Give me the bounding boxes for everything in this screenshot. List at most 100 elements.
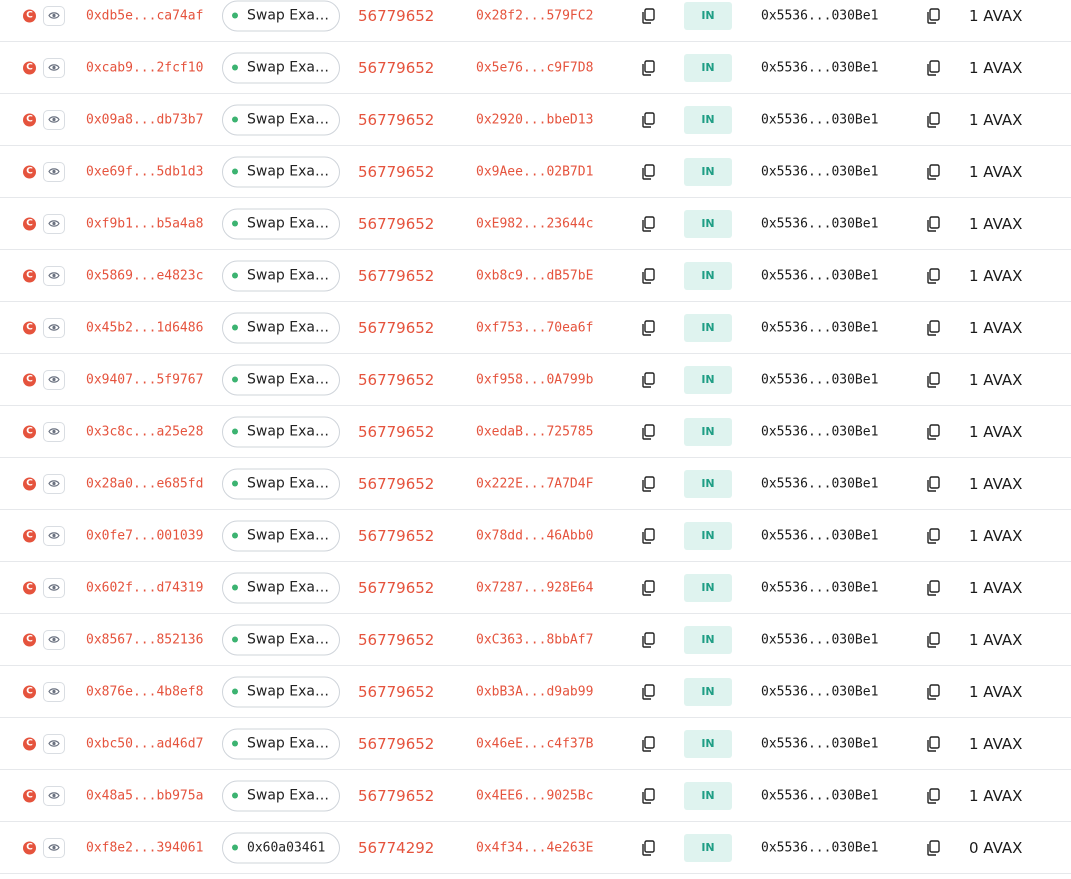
tx-hash-link[interactable]: 0xbc50...ad46d7 xyxy=(86,736,203,751)
copy-from-button[interactable] xyxy=(641,787,655,804)
view-eye-button[interactable] xyxy=(43,733,65,754)
copy-to-button[interactable] xyxy=(926,423,940,440)
copy-from-button[interactable] xyxy=(641,423,655,440)
view-eye-button[interactable] xyxy=(43,265,65,286)
from-address-link[interactable]: 0x222E...7A7D4F xyxy=(476,476,593,491)
to-address-link[interactable]: 0x5536...030Be1 xyxy=(761,528,878,543)
from-address-link[interactable]: 0x28f2...579FC2 xyxy=(476,8,593,23)
copy-to-button[interactable] xyxy=(926,579,940,596)
block-number-link[interactable]: 56779652 xyxy=(358,371,434,389)
tx-hash-link[interactable]: 0xdb5e...ca74af xyxy=(86,8,203,23)
view-eye-button[interactable] xyxy=(43,681,65,702)
method-pill[interactable]: Swap Exac... xyxy=(222,624,340,655)
copy-from-button[interactable] xyxy=(641,371,655,388)
view-eye-button[interactable] xyxy=(43,317,65,338)
method-pill[interactable]: Swap Exac... xyxy=(222,104,340,135)
to-address-link[interactable]: 0x5536...030Be1 xyxy=(761,476,878,491)
block-number-link[interactable]: 56779652 xyxy=(358,787,434,805)
method-pill[interactable]: Swap Exac... xyxy=(222,572,340,603)
tx-hash-link[interactable]: 0x5869...e4823c xyxy=(86,268,203,283)
view-eye-button[interactable] xyxy=(43,577,65,598)
copy-to-button[interactable] xyxy=(926,215,940,232)
from-address-link[interactable]: 0xE982...23644c xyxy=(476,216,593,231)
tx-hash-link[interactable]: 0xf8e2...394061 xyxy=(86,840,203,855)
from-address-link[interactable]: 0xbB3A...d9ab99 xyxy=(476,684,593,699)
copy-to-button[interactable] xyxy=(926,527,940,544)
block-number-link[interactable]: 56779652 xyxy=(358,579,434,597)
tx-hash-link[interactable]: 0xcab9...2fcf10 xyxy=(86,60,203,75)
copy-from-button[interactable] xyxy=(641,215,655,232)
copy-from-button[interactable] xyxy=(641,267,655,284)
tx-hash-link[interactable]: 0x9407...5f9767 xyxy=(86,372,203,387)
method-pill[interactable]: Swap Exac... xyxy=(222,208,340,239)
copy-from-button[interactable] xyxy=(641,7,655,24)
tx-hash-link[interactable]: 0x876e...4b8ef8 xyxy=(86,684,203,699)
copy-from-button[interactable] xyxy=(641,683,655,700)
method-pill[interactable]: Swap Exac... xyxy=(222,364,340,395)
method-pill[interactable]: Swap Exac... xyxy=(222,312,340,343)
block-number-link[interactable]: 56779652 xyxy=(358,163,434,181)
from-address-link[interactable]: 0x46eE...c4f37B xyxy=(476,736,593,751)
tx-hash-link[interactable]: 0xf9b1...b5a4a8 xyxy=(86,216,203,231)
block-number-link[interactable]: 56779652 xyxy=(358,735,434,753)
tx-hash-link[interactable]: 0x3c8c...a25e28 xyxy=(86,424,203,439)
to-address-link[interactable]: 0x5536...030Be1 xyxy=(761,580,878,595)
method-pill[interactable]: Swap Exac... xyxy=(222,780,340,811)
from-address-link[interactable]: 0x2920...bbeD13 xyxy=(476,112,593,127)
method-pill[interactable]: Swap Exac... xyxy=(222,416,340,447)
block-number-link[interactable]: 56779652 xyxy=(358,267,434,285)
from-address-link[interactable]: 0xedaB...725785 xyxy=(476,424,593,439)
copy-to-button[interactable] xyxy=(926,683,940,700)
block-number-link[interactable]: 56779652 xyxy=(358,319,434,337)
block-number-link[interactable]: 56779652 xyxy=(358,215,434,233)
to-address-link[interactable]: 0x5536...030Be1 xyxy=(761,112,878,127)
method-pill[interactable]: Swap Exac... xyxy=(222,156,340,187)
block-number-link[interactable]: 56779652 xyxy=(358,527,434,545)
to-address-link[interactable]: 0x5536...030Be1 xyxy=(761,840,878,855)
to-address-link[interactable]: 0x5536...030Be1 xyxy=(761,60,878,75)
from-address-link[interactable]: 0x9Aee...02B7D1 xyxy=(476,164,593,179)
method-pill[interactable]: Swap Exac... xyxy=(222,676,340,707)
to-address-link[interactable]: 0x5536...030Be1 xyxy=(761,216,878,231)
block-number-link[interactable]: 56779652 xyxy=(358,423,434,441)
method-pill[interactable]: Swap Exac... xyxy=(222,0,340,31)
copy-from-button[interactable] xyxy=(641,631,655,648)
copy-to-button[interactable] xyxy=(926,735,940,752)
copy-from-button[interactable] xyxy=(641,735,655,752)
block-number-link[interactable]: 56779652 xyxy=(358,111,434,129)
block-number-link[interactable]: 56779652 xyxy=(358,683,434,701)
to-address-link[interactable]: 0x5536...030Be1 xyxy=(761,164,878,179)
tx-hash-link[interactable]: 0x28a0...e685fd xyxy=(86,476,203,491)
copy-to-button[interactable] xyxy=(926,7,940,24)
copy-from-button[interactable] xyxy=(641,839,655,856)
from-address-link[interactable]: 0x4f34...4e263E xyxy=(476,840,593,855)
tx-hash-link[interactable]: 0x45b2...1d6486 xyxy=(86,320,203,335)
tx-hash-link[interactable]: 0x0fe7...001039 xyxy=(86,528,203,543)
view-eye-button[interactable] xyxy=(43,837,65,858)
view-eye-button[interactable] xyxy=(43,525,65,546)
to-address-link[interactable]: 0x5536...030Be1 xyxy=(761,320,878,335)
copy-from-button[interactable] xyxy=(641,163,655,180)
to-address-link[interactable]: 0x5536...030Be1 xyxy=(761,424,878,439)
copy-from-button[interactable] xyxy=(641,111,655,128)
from-address-link[interactable]: 0xf958...0A799b xyxy=(476,372,593,387)
view-eye-button[interactable] xyxy=(43,5,65,26)
tx-hash-link[interactable]: 0xe69f...5db1d3 xyxy=(86,164,203,179)
block-number-link[interactable]: 56779652 xyxy=(358,59,434,77)
method-pill[interactable]: Swap Exac... xyxy=(222,260,340,291)
view-eye-button[interactable] xyxy=(43,473,65,494)
view-eye-button[interactable] xyxy=(43,213,65,234)
view-eye-button[interactable] xyxy=(43,421,65,442)
tx-hash-link[interactable]: 0x602f...d74319 xyxy=(86,580,203,595)
copy-to-button[interactable] xyxy=(926,59,940,76)
method-pill[interactable]: Swap Exac... xyxy=(222,728,340,759)
to-address-link[interactable]: 0x5536...030Be1 xyxy=(761,736,878,751)
copy-to-button[interactable] xyxy=(926,319,940,336)
copy-from-button[interactable] xyxy=(641,475,655,492)
tx-hash-link[interactable]: 0x09a8...db73b7 xyxy=(86,112,203,127)
copy-to-button[interactable] xyxy=(926,839,940,856)
from-address-link[interactable]: 0xb8c9...dB57bE xyxy=(476,268,593,283)
copy-from-button[interactable] xyxy=(641,319,655,336)
tx-hash-link[interactable]: 0x48a5...bb975a xyxy=(86,788,203,803)
copy-to-button[interactable] xyxy=(926,163,940,180)
